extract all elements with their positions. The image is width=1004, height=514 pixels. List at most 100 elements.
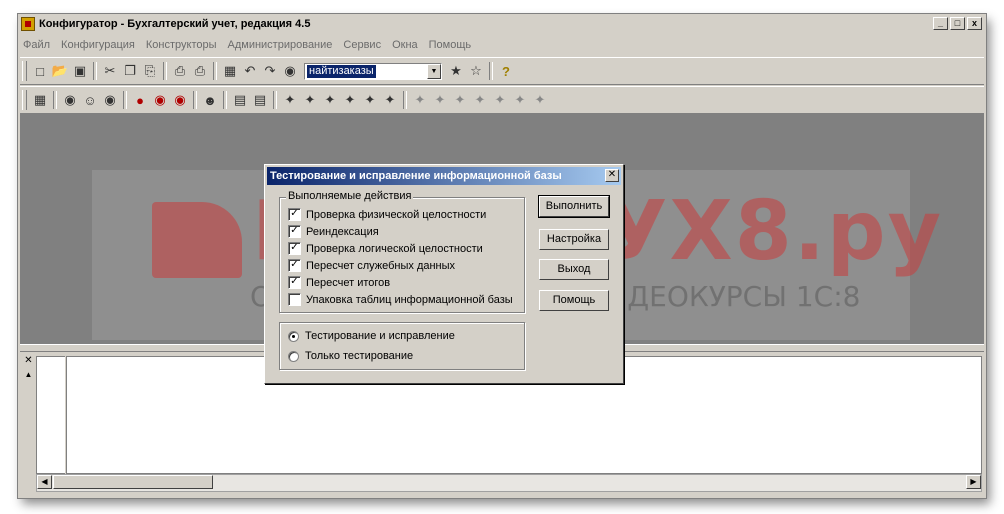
action-pack-tables[interactable]: Упаковка таблиц информационной базы bbox=[288, 293, 513, 306]
search-combo-value: найтизаказы bbox=[307, 64, 376, 78]
properties-icon[interactable]: ▦ bbox=[220, 61, 240, 81]
wizard-5-icon[interactable]: ✦ bbox=[360, 90, 380, 110]
panel-pin-icon[interactable]: ▲ bbox=[23, 370, 34, 380]
toolbar-separator bbox=[93, 62, 97, 80]
action-label: Пересчет служебных данных bbox=[306, 259, 456, 272]
save-icon[interactable]: ▣ bbox=[70, 61, 90, 81]
menu-windows[interactable]: Окна bbox=[392, 39, 418, 51]
horizontal-scrollbar[interactable]: ◀ ▶ bbox=[36, 474, 982, 492]
scroll-right-icon[interactable]: ▶ bbox=[966, 475, 981, 489]
debug-1-icon[interactable]: ✦ bbox=[410, 90, 430, 110]
undo-icon[interactable]: ↶ bbox=[240, 61, 260, 81]
run-button[interactable]: Выполнить bbox=[539, 196, 609, 217]
wizard-3-icon[interactable]: ✦ bbox=[320, 90, 340, 110]
print-icon[interactable]: ⎙ bbox=[170, 61, 190, 81]
toolbar-separator bbox=[163, 62, 167, 80]
debug-3-icon[interactable]: ✦ bbox=[450, 90, 470, 110]
search-object-icon[interactable]: ◉ bbox=[60, 90, 80, 110]
scroll-left-icon[interactable]: ◀ bbox=[37, 475, 52, 489]
action-label: Реиндексация bbox=[306, 225, 379, 238]
syntax-check-icon[interactable]: ● bbox=[130, 90, 150, 110]
checkbox-checked[interactable]: ✓ bbox=[288, 225, 301, 238]
exit-button[interactable]: Выход bbox=[539, 259, 609, 280]
toolbar-separator bbox=[489, 62, 493, 80]
config-toolbar: ▦ ◉ ☺ ◉ ● ◉ ◉ ☻ ▤ ▤ ✦ ✦ ✦ ✦ ✦ ✦ ✦ ✦ ✦ ✦ … bbox=[20, 86, 984, 114]
checkbox-checked[interactable]: ✓ bbox=[288, 259, 301, 272]
maximize-button[interactable]: □ bbox=[950, 17, 965, 30]
debug-6-icon[interactable]: ✦ bbox=[510, 90, 530, 110]
action-physical-integrity[interactable]: ✓ Проверка физической целостности bbox=[288, 208, 486, 221]
cut-icon[interactable]: ✂ bbox=[100, 61, 120, 81]
user-search-icon[interactable]: ☺ bbox=[80, 90, 100, 110]
action-label: Упаковка таблиц информационной базы bbox=[306, 293, 513, 306]
wizard-6-icon[interactable]: ✦ bbox=[380, 90, 400, 110]
settings-button[interactable]: Настройка bbox=[539, 229, 609, 250]
toolbar-separator bbox=[53, 91, 57, 109]
wizard-1-icon[interactable]: ✦ bbox=[280, 90, 300, 110]
checkbox-unchecked[interactable] bbox=[288, 293, 301, 306]
action-label: Проверка физической целостности bbox=[306, 208, 487, 221]
menu-administration[interactable]: Администрирование bbox=[228, 39, 333, 51]
wizard-2-icon[interactable]: ✦ bbox=[300, 90, 320, 110]
mode-test-only[interactable]: Только тестирование bbox=[288, 350, 413, 362]
mode-test-and-repair[interactable]: Тестирование и исправление bbox=[288, 330, 455, 342]
toolbar-separator bbox=[403, 91, 407, 109]
dialog-close-icon[interactable]: ✕ bbox=[605, 169, 619, 182]
scroll-thumb[interactable] bbox=[53, 475, 213, 489]
run-icon[interactable]: ◉ bbox=[170, 90, 190, 110]
action-recalc-service-data[interactable]: ✓ Пересчет служебных данных bbox=[288, 259, 455, 272]
standard-toolbar: □ 📂 ▣ ✂ ❐ ⎘ ⎙ ⎙ ▦ ↶ ↷ ◉ найтизаказы ▼ ★ … bbox=[20, 57, 984, 85]
toolbar-separator bbox=[223, 91, 227, 109]
mode-label: Только тестирование bbox=[305, 350, 414, 362]
menu-help[interactable]: Помощь bbox=[429, 39, 472, 51]
find-next-icon[interactable]: ★ bbox=[446, 61, 466, 81]
find-objects-icon[interactable]: ◉ bbox=[100, 90, 120, 110]
checkbox-checked[interactable]: ✓ bbox=[288, 276, 301, 289]
minimize-button[interactable]: _ bbox=[933, 17, 948, 30]
open-folder-icon[interactable]: 📂 bbox=[50, 61, 70, 81]
form-icon[interactable]: ▤ bbox=[230, 90, 250, 110]
radio-selected[interactable] bbox=[288, 330, 299, 342]
find-prev-icon[interactable]: ☆ bbox=[466, 61, 486, 81]
redo-icon[interactable]: ↷ bbox=[260, 61, 280, 81]
form-edit-icon[interactable]: ▤ bbox=[250, 90, 270, 110]
debug-5-icon[interactable]: ✦ bbox=[490, 90, 510, 110]
menu-bar: Файл Конфигурация Конструкторы Администр… bbox=[18, 36, 986, 54]
menu-file[interactable]: Файл bbox=[23, 39, 50, 51]
panel-close-icon[interactable]: ✕ bbox=[23, 356, 34, 367]
menu-designers[interactable]: Конструкторы bbox=[146, 39, 217, 51]
debug-4-icon[interactable]: ✦ bbox=[470, 90, 490, 110]
help-button[interactable]: Помощь bbox=[539, 290, 609, 311]
binoculars-icon[interactable]: ◉ bbox=[280, 61, 300, 81]
print-preview-icon[interactable]: ⎙ bbox=[190, 61, 210, 81]
actions-group-label: Выполняемые действия bbox=[286, 190, 414, 202]
checkbox-checked[interactable]: ✓ bbox=[288, 242, 301, 255]
menu-service[interactable]: Сервис bbox=[343, 39, 381, 51]
debug-2-icon[interactable]: ✦ bbox=[430, 90, 450, 110]
debug-7-icon[interactable]: ✦ bbox=[530, 90, 550, 110]
new-file-icon[interactable]: □ bbox=[30, 61, 50, 81]
paste-icon[interactable]: ⎘ bbox=[140, 61, 160, 81]
copy-icon[interactable]: ❐ bbox=[120, 61, 140, 81]
close-button[interactable]: x bbox=[967, 17, 982, 30]
toolbar-grip[interactable] bbox=[22, 61, 27, 81]
action-label: Проверка логической целостности bbox=[306, 242, 483, 255]
action-reindex[interactable]: ✓ Реиндексация bbox=[288, 225, 379, 238]
menu-configuration[interactable]: Конфигурация bbox=[61, 39, 135, 51]
mode-group: Тестирование и исправление Только тестир… bbox=[279, 322, 525, 370]
stop-icon[interactable]: ◉ bbox=[150, 90, 170, 110]
help-question-icon[interactable]: ? bbox=[496, 61, 516, 81]
checkbox-checked[interactable]: ✓ bbox=[288, 208, 301, 221]
radio-unselected[interactable] bbox=[288, 350, 299, 362]
config-tree-icon[interactable]: ▦ bbox=[30, 90, 50, 110]
toolbar-separator bbox=[123, 91, 127, 109]
action-recalc-totals[interactable]: ✓ Пересчет итогов bbox=[288, 276, 390, 289]
wizard-4-icon[interactable]: ✦ bbox=[340, 90, 360, 110]
search-combo[interactable]: найтизаказы ▼ bbox=[304, 62, 442, 80]
users-icon[interactable]: ☻ bbox=[200, 90, 220, 110]
app-icon bbox=[21, 17, 35, 31]
toolbar-grip[interactable] bbox=[22, 90, 27, 110]
chevron-down-icon[interactable]: ▼ bbox=[427, 63, 441, 79]
action-logical-integrity[interactable]: ✓ Проверка логической целостности bbox=[288, 242, 483, 255]
toolbar-separator bbox=[213, 62, 217, 80]
